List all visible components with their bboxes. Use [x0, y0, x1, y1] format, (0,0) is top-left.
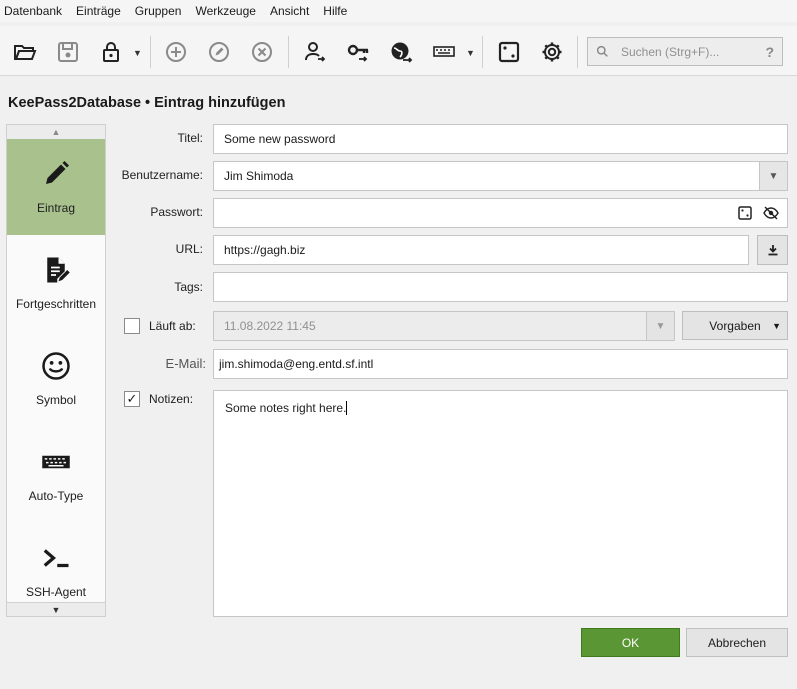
download-favicon-button[interactable] — [757, 235, 788, 265]
edit-entry-icon[interactable] — [205, 38, 233, 66]
keyboard-icon — [42, 455, 70, 469]
notes-label: Notizen: — [149, 392, 194, 406]
url-label: URL: — [175, 242, 203, 256]
smiley-icon — [42, 352, 70, 380]
sidebar-item-fortgeschritten[interactable]: Fortgeschritten — [7, 235, 105, 331]
document-edit-icon — [47, 257, 70, 283]
url-field[interactable]: https://gagh.biz — [213, 235, 749, 265]
settings-icon[interactable] — [538, 38, 566, 66]
lock-icon[interactable] — [97, 38, 125, 66]
toolbar-separator — [577, 36, 578, 68]
copy-username-icon[interactable] — [301, 38, 329, 66]
sidebar-scroll-up[interactable]: ▲ — [7, 125, 105, 139]
expires-label: Läuft ab: — [149, 319, 196, 333]
toolbar-separator — [482, 36, 483, 68]
menubar: Datenbank Einträge Gruppen Werkzeuge Ans… — [0, 0, 797, 22]
open-folder-icon[interactable] — [11, 38, 39, 66]
page-title: KeePass2Database • Eintrag hinzufügen — [8, 95, 286, 111]
sidebar-item-auto-type[interactable]: Auto-Type — [7, 427, 105, 523]
tags-field[interactable] — [213, 272, 788, 302]
eye-off-icon[interactable] — [763, 205, 779, 221]
expires-value: 11.08.2022 11:45 — [224, 319, 316, 333]
menu-ansicht[interactable]: Ansicht — [270, 4, 309, 18]
sidebar-item-symbol[interactable]: Symbol — [7, 331, 105, 427]
text-cursor — [346, 401, 348, 415]
menu-hilfe[interactable]: Hilfe — [323, 4, 347, 18]
sidebar-item-label: SSH-Agent — [25, 585, 87, 599]
notes-textarea[interactable]: Some notes right here. — [213, 390, 788, 617]
expires-checkbox[interactable] — [124, 318, 140, 334]
search-icon — [596, 45, 608, 57]
menu-gruppen[interactable]: Gruppen — [135, 4, 182, 18]
search-help-icon[interactable]: ? — [765, 44, 774, 60]
autotype-dropdown-caret[interactable]: ▼ — [466, 48, 475, 58]
lock-dropdown-caret[interactable]: ▼ — [133, 48, 142, 58]
toolbar-separator — [150, 36, 151, 68]
save-icon[interactable] — [54, 38, 82, 66]
username-combobox[interactable]: Jim Shimoda ▼ — [213, 161, 788, 191]
sidebar-item-eintrag[interactable]: Eintrag — [7, 139, 105, 235]
sidebar-item-label: Eintrag — [36, 201, 76, 215]
menu-datenbank[interactable]: Datenbank — [4, 4, 62, 18]
password-generator-icon[interactable] — [737, 205, 753, 221]
menu-werkzeuge[interactable]: Werkzeuge — [195, 4, 255, 18]
cancel-button[interactable]: Abbrechen — [686, 628, 788, 657]
search-input[interactable]: Suchen (Strg+F)... — [621, 45, 765, 59]
title-label: Titel: — [177, 131, 203, 145]
username-dropdown-button[interactable]: ▼ — [759, 162, 787, 190]
notes-text: Some notes right here. — [225, 401, 347, 415]
password-label: Passwort: — [150, 205, 203, 219]
pencil-icon — [46, 161, 69, 184]
expires-dropdown-button: ▼ — [646, 312, 674, 340]
username-value: Jim Shimoda — [224, 169, 294, 183]
presets-label: Vorgaben — [709, 318, 761, 333]
delete-entry-icon[interactable] — [248, 38, 276, 66]
password-field[interactable] — [213, 198, 788, 228]
email-field[interactable]: jim.shimoda@eng.entd.sf.intl — [213, 349, 788, 379]
presets-caret-icon: ▼ — [772, 320, 781, 331]
sidebar-item-label: Fortgeschritten — [15, 297, 97, 311]
tags-label: Tags: — [174, 280, 203, 294]
toolbar: ▼ ▼ Suchen (Strg+F)... ? — [0, 26, 797, 76]
sidebar: ▲ Eintrag Fortgeschritten Symbol Auto-Ty… — [6, 124, 106, 617]
terminal-icon — [43, 549, 69, 568]
add-entry-icon[interactable] — [162, 38, 190, 66]
username-label: Benutzername: — [121, 168, 203, 182]
search-box[interactable]: Suchen (Strg+F)... ? — [587, 37, 783, 66]
presets-button[interactable]: Vorgaben ▼ — [682, 311, 788, 340]
title-field[interactable]: Some new password — [213, 124, 788, 154]
sidebar-item-label: Auto-Type — [28, 489, 84, 503]
open-url-icon[interactable] — [387, 38, 415, 66]
toolbar-separator — [288, 36, 289, 68]
sidebar-scroll-down[interactable]: ▼ — [7, 602, 105, 616]
menu-eintraege[interactable]: Einträge — [76, 4, 121, 18]
checkmark-icon: ✓ — [126, 391, 138, 406]
copy-password-icon[interactable] — [344, 38, 372, 66]
autotype-icon[interactable] — [430, 38, 458, 66]
password-generator-icon[interactable] — [495, 38, 523, 66]
ok-button[interactable]: OK — [581, 628, 680, 657]
download-icon — [768, 245, 777, 256]
sidebar-item-label: Symbol — [35, 393, 76, 407]
notes-checkbox[interactable]: ✓ — [124, 391, 140, 407]
email-label: E-Mail: — [165, 356, 206, 371]
expires-datetime: 11.08.2022 11:45 ▼ — [213, 311, 675, 341]
